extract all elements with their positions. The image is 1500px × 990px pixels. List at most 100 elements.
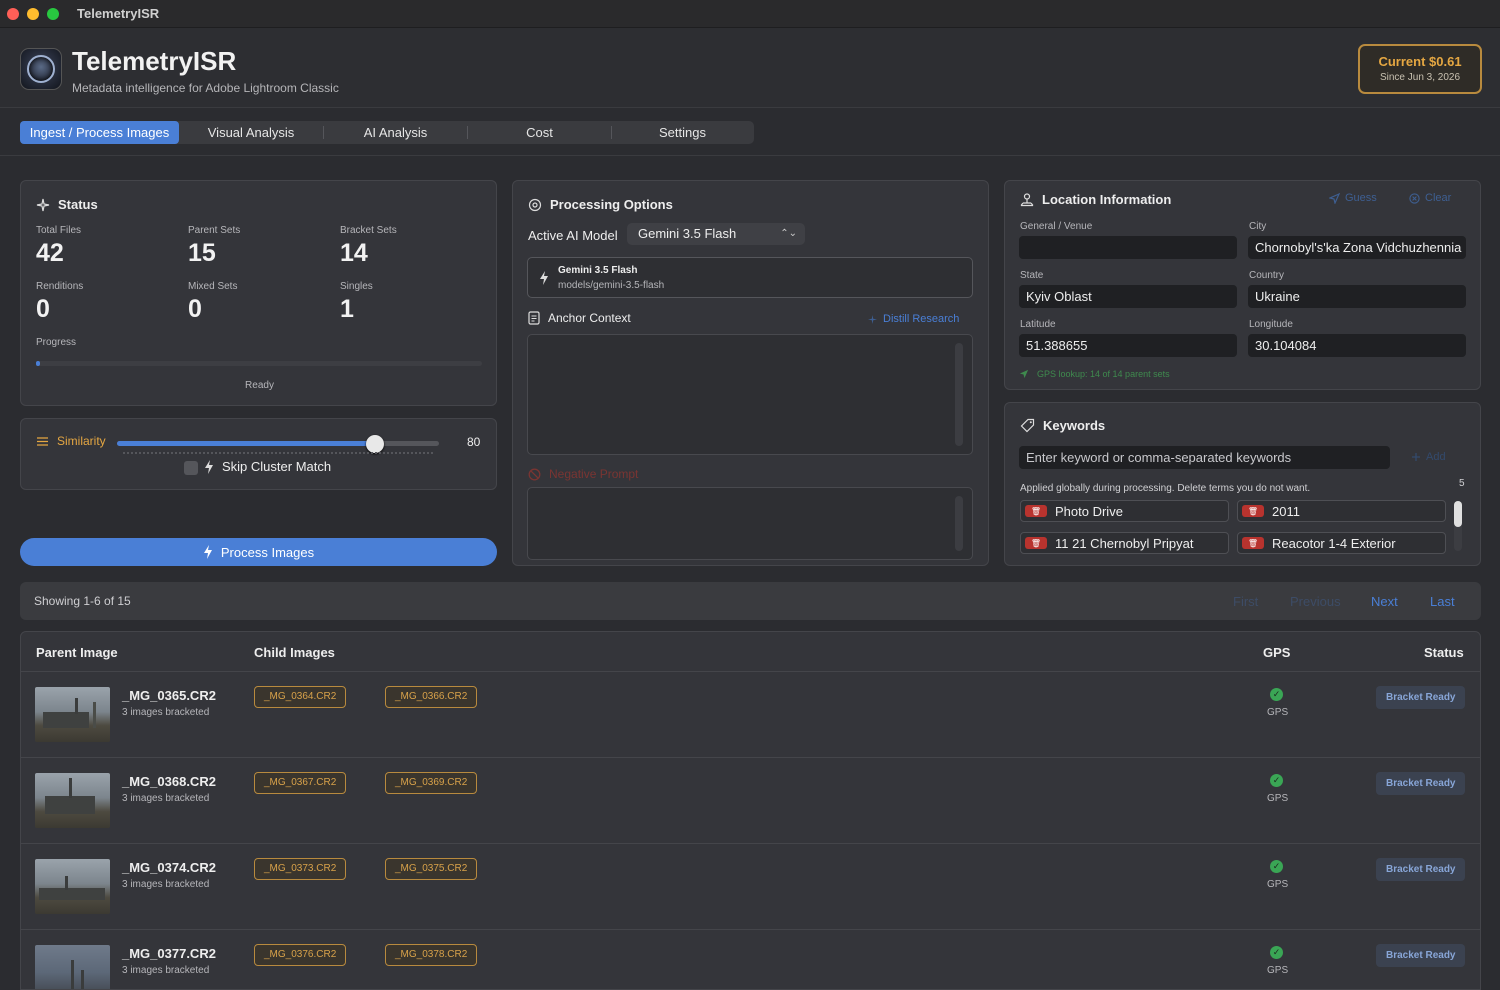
keyword-chip: 🗑 Reacotor 1-4 Exterior — [1237, 532, 1446, 554]
keywords-scrollbar-thumb[interactable] — [1454, 501, 1462, 527]
current-cost-label: Current $0.61 — [1378, 54, 1462, 69]
ai-model-select[interactable]: Gemini 3.5 Flash ⌃⌄ — [627, 223, 805, 245]
clear-icon — [1409, 192, 1420, 204]
parent-filename: _MG_0365.CR2 — [122, 688, 216, 703]
negative-prompt-label-group: Negative Prompt — [528, 467, 638, 481]
trash-icon[interactable]: 🗑 — [1242, 537, 1264, 549]
pagination-bar: Showing 1-6 of 15 First Previous Next La… — [20, 582, 1481, 620]
anchor-context-textarea[interactable] — [527, 334, 973, 455]
guess-location-button[interactable]: Guess — [1329, 192, 1377, 204]
city-label: City — [1249, 221, 1267, 232]
child-image-chip[interactable]: _MG_0378.CR2 — [385, 944, 478, 966]
column-header-gps: GPS — [1263, 645, 1291, 660]
tab-cost[interactable]: Cost — [468, 121, 611, 144]
status-state: Ready — [245, 380, 274, 391]
next-page-button[interactable]: Next — [1371, 594, 1398, 609]
parent-thumbnail[interactable] — [35, 773, 110, 828]
model-info-card: Gemini 3.5 Flash models/gemini-3.5-flash — [527, 257, 973, 298]
trash-icon[interactable]: 🗑 — [1025, 505, 1047, 517]
current-cost-badge[interactable]: Current $0.61 Since Jun 3, 2026 — [1358, 44, 1482, 94]
child-image-chip[interactable]: _MG_0367.CR2 — [254, 772, 347, 794]
column-header-children: Child Images — [254, 645, 335, 660]
processing-options-title: Processing Options — [528, 197, 673, 212]
similarity-slider[interactable] — [117, 435, 439, 453]
status-badge: Bracket Ready — [1376, 686, 1466, 709]
clear-location-button[interactable]: Clear — [1409, 192, 1451, 204]
model-name: Gemini 3.5 Flash — [558, 265, 638, 276]
location-title: Location Information — [1020, 192, 1171, 207]
keyword-chip: 🗑 11 21 Chernobyl Pripyat — [1020, 532, 1229, 554]
tab-ai-analysis[interactable]: AI Analysis — [324, 121, 467, 144]
skip-cluster-checkbox[interactable] — [184, 461, 198, 475]
similarity-slider-knob[interactable] — [366, 435, 384, 453]
progress-fill — [36, 361, 40, 366]
zoom-window-button[interactable] — [47, 7, 59, 20]
keywords-panel: Keywords Applied globally during process… — [1004, 402, 1481, 566]
add-keyword-button[interactable]: Add — [1411, 451, 1446, 463]
table-row[interactable]: _MG_0377.CR2 3 images bracketed _MG_0376… — [21, 929, 1480, 989]
country-input[interactable]: Ukraine — [1248, 285, 1466, 308]
state-label: State — [1020, 270, 1044, 281]
table-row[interactable]: _MG_0374.CR2 3 images bracketed _MG_0373… — [21, 843, 1480, 929]
negative-prompt-textarea[interactable] — [527, 487, 973, 560]
header-divider — [0, 155, 1500, 156]
tab-settings[interactable]: Settings — [612, 121, 753, 144]
check-icon: ✓ — [1270, 860, 1283, 873]
latitude-input[interactable]: 51.388655 — [1019, 334, 1237, 357]
similarity-label-group: Similarity — [36, 434, 106, 448]
keyword-input[interactable]: Enter keyword or comma-separated keyword… — [1019, 446, 1390, 469]
check-icon: ✓ — [1270, 774, 1283, 787]
child-image-chip[interactable]: _MG_0364.CR2 — [254, 686, 347, 708]
trash-icon[interactable]: 🗑 — [1242, 505, 1264, 517]
app-name: TelemetryISR — [72, 46, 237, 76]
distill-research-button[interactable]: Distill Research — [867, 313, 959, 325]
negative-prompt-scrollbar[interactable] — [955, 496, 963, 551]
keywords-scrollbar-track[interactable] — [1454, 501, 1462, 551]
status-badge: Bracket Ready — [1376, 858, 1466, 881]
child-image-chip[interactable]: _MG_0375.CR2 — [385, 858, 478, 880]
chevron-updown-icon: ⌃⌄ — [780, 228, 797, 239]
parent-thumbnail[interactable] — [35, 945, 110, 989]
child-image-chip[interactable]: _MG_0369.CR2 — [385, 772, 478, 794]
similarity-ticks — [123, 452, 433, 454]
column-header-parent: Parent Image — [36, 645, 118, 660]
progress-bar — [36, 361, 482, 366]
parent-sets-value: 15 — [188, 239, 216, 267]
tab-ingest[interactable]: Ingest / Process Images — [20, 121, 179, 144]
showing-count: Showing 1-6 of 15 — [34, 594, 131, 608]
gear-icon — [528, 198, 542, 212]
similarity-value: 80 — [467, 435, 481, 449]
previous-page-button[interactable]: Previous — [1290, 594, 1341, 609]
state-input[interactable]: Kyiv Oblast — [1019, 285, 1237, 308]
longitude-label: Longitude — [1249, 319, 1293, 330]
anchor-context-scrollbar[interactable] — [955, 343, 963, 446]
city-input[interactable]: Chornobyl's'ka Zona Vidchuzhennia — [1248, 236, 1466, 259]
app-logo-icon — [20, 48, 62, 90]
child-image-chip[interactable]: _MG_0376.CR2 — [254, 944, 347, 966]
tab-visual-analysis[interactable]: Visual Analysis — [179, 121, 323, 144]
cost-since-label: Since Jun 3, 2026 — [1379, 72, 1461, 83]
table-row[interactable]: _MG_0368.CR2 3 images bracketed _MG_0367… — [21, 757, 1480, 843]
child-image-chip[interactable]: _MG_0366.CR2 — [385, 686, 478, 708]
gps-label: GPS — [1267, 707, 1289, 718]
process-images-button[interactable]: Process Images — [20, 538, 497, 566]
gps-label: GPS — [1267, 879, 1289, 890]
parent-thumbnail[interactable] — [35, 687, 110, 742]
status-title: Status — [36, 197, 98, 212]
longitude-input[interactable]: 30.104084 — [1248, 334, 1466, 357]
table-row[interactable]: _MG_0365.CR2 3 images bracketed _MG_0364… — [21, 671, 1480, 757]
negative-prompt-label: Negative Prompt — [549, 467, 639, 481]
last-page-button[interactable]: Last — [1430, 594, 1455, 609]
minimize-window-button[interactable] — [27, 7, 39, 20]
child-image-chip[interactable]: _MG_0373.CR2 — [254, 858, 347, 880]
skip-cluster-label-group: Skip Cluster Match — [204, 459, 331, 474]
trash-icon[interactable]: 🗑 — [1025, 537, 1047, 549]
anchor-context-label-group: Anchor Context — [528, 311, 631, 325]
parent-sets-table: Parent Image Child Images GPS Status _MG… — [20, 631, 1481, 990]
venue-input[interactable] — [1019, 236, 1237, 259]
close-window-button[interactable] — [7, 7, 19, 20]
navigation-icon — [1329, 192, 1340, 204]
gps-label: GPS — [1267, 965, 1289, 976]
first-page-button[interactable]: First — [1233, 594, 1258, 609]
parent-thumbnail[interactable] — [35, 859, 110, 914]
